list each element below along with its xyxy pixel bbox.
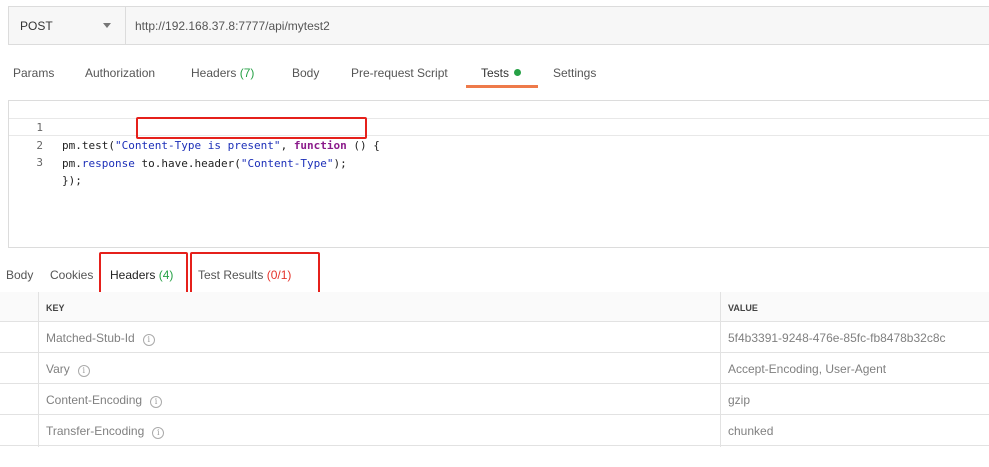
info-icon[interactable]: i: [142, 334, 155, 346]
column-header-value: VALUE: [728, 303, 758, 313]
tab-headers[interactable]: Headers (7): [191, 66, 254, 80]
method-label: POST: [20, 19, 53, 33]
header-value: Accept-Encoding, User-Agent: [728, 362, 887, 376]
tab-authorization[interactable]: Authorization: [85, 66, 155, 80]
table-header-row: KEY VALUE: [0, 292, 989, 322]
header-value: chunked: [728, 424, 774, 438]
response-tab-body[interactable]: Body: [6, 268, 33, 282]
header-key-text: Transfer-Encoding: [46, 424, 145, 438]
line-number: 3: [36, 156, 43, 169]
header-key-text: Matched-Stub-Id: [46, 331, 135, 345]
active-tab-indicator: [466, 85, 538, 88]
header-value: gzip: [728, 393, 751, 407]
column-divider: [38, 292, 39, 447]
green-dot-icon: [514, 69, 522, 76]
line-code: pm.response to.have.header("Content-Type…: [62, 155, 347, 173]
tab-body[interactable]: Body: [292, 66, 319, 80]
table-row: Transfer-Encoding i chunked: [0, 415, 989, 446]
code-string: "Content-Type": [240, 157, 334, 170]
code-token: pm.: [62, 157, 82, 170]
header-key: Matched-Stub-Id i: [46, 331, 155, 346]
request-tabs: Params Authorization Headers (7) Body Pr…: [0, 58, 989, 90]
tab-params[interactable]: Params: [13, 66, 54, 80]
tab-settings[interactable]: Settings: [553, 66, 596, 80]
tab-headers-count: (7): [239, 66, 255, 80]
annotation-highlight-code: [136, 117, 367, 139]
table-row: Content-Encoding i gzip: [0, 384, 989, 415]
header-key: Vary i: [46, 362, 90, 377]
request-bar: POST http://192.168.37.8:7777/api/mytest…: [8, 6, 989, 45]
annotation-highlight-headers-tab: [99, 252, 188, 294]
column-header-key: KEY: [46, 303, 65, 313]
code-token: );: [333, 157, 347, 170]
header-key: Transfer-Encoding i: [46, 424, 165, 439]
response-tab-cookies[interactable]: Cookies: [50, 268, 93, 282]
annotation-highlight-test-results-tab: [190, 252, 320, 295]
header-key-text: Vary: [46, 362, 70, 376]
table-row: Vary i Accept-Encoding, User-Agent: [0, 353, 989, 384]
column-divider: [720, 292, 721, 447]
chevron-down-icon[interactable]: [103, 23, 111, 28]
info-icon[interactable]: i: [150, 396, 163, 408]
tab-tests[interactable]: Tests: [481, 66, 522, 80]
header-key: Content-Encoding i: [46, 393, 163, 408]
header-value: 5f4b3391-9248-476e-85fc-fb8478b32c8c: [728, 331, 946, 345]
tab-headers-label: Headers: [191, 66, 237, 80]
table-row: Matched-Stub-Id i 5f4b3391-9248-476e-85fc…: [0, 322, 989, 353]
code-property: response: [81, 157, 135, 170]
line-code: });: [62, 174, 82, 187]
tab-pre-request-script[interactable]: Pre-request Script: [351, 66, 448, 80]
header-key-text: Content-Encoding: [46, 393, 143, 407]
tab-tests-label: Tests: [481, 66, 510, 80]
url-input[interactable]: http://192.168.37.8:7777/api/mytest2: [135, 19, 330, 33]
code-token: to.have.header(: [134, 157, 241, 170]
info-icon[interactable]: i: [152, 427, 165, 439]
method-select[interactable]: POST: [9, 7, 126, 44]
info-icon[interactable]: i: [77, 365, 90, 377]
